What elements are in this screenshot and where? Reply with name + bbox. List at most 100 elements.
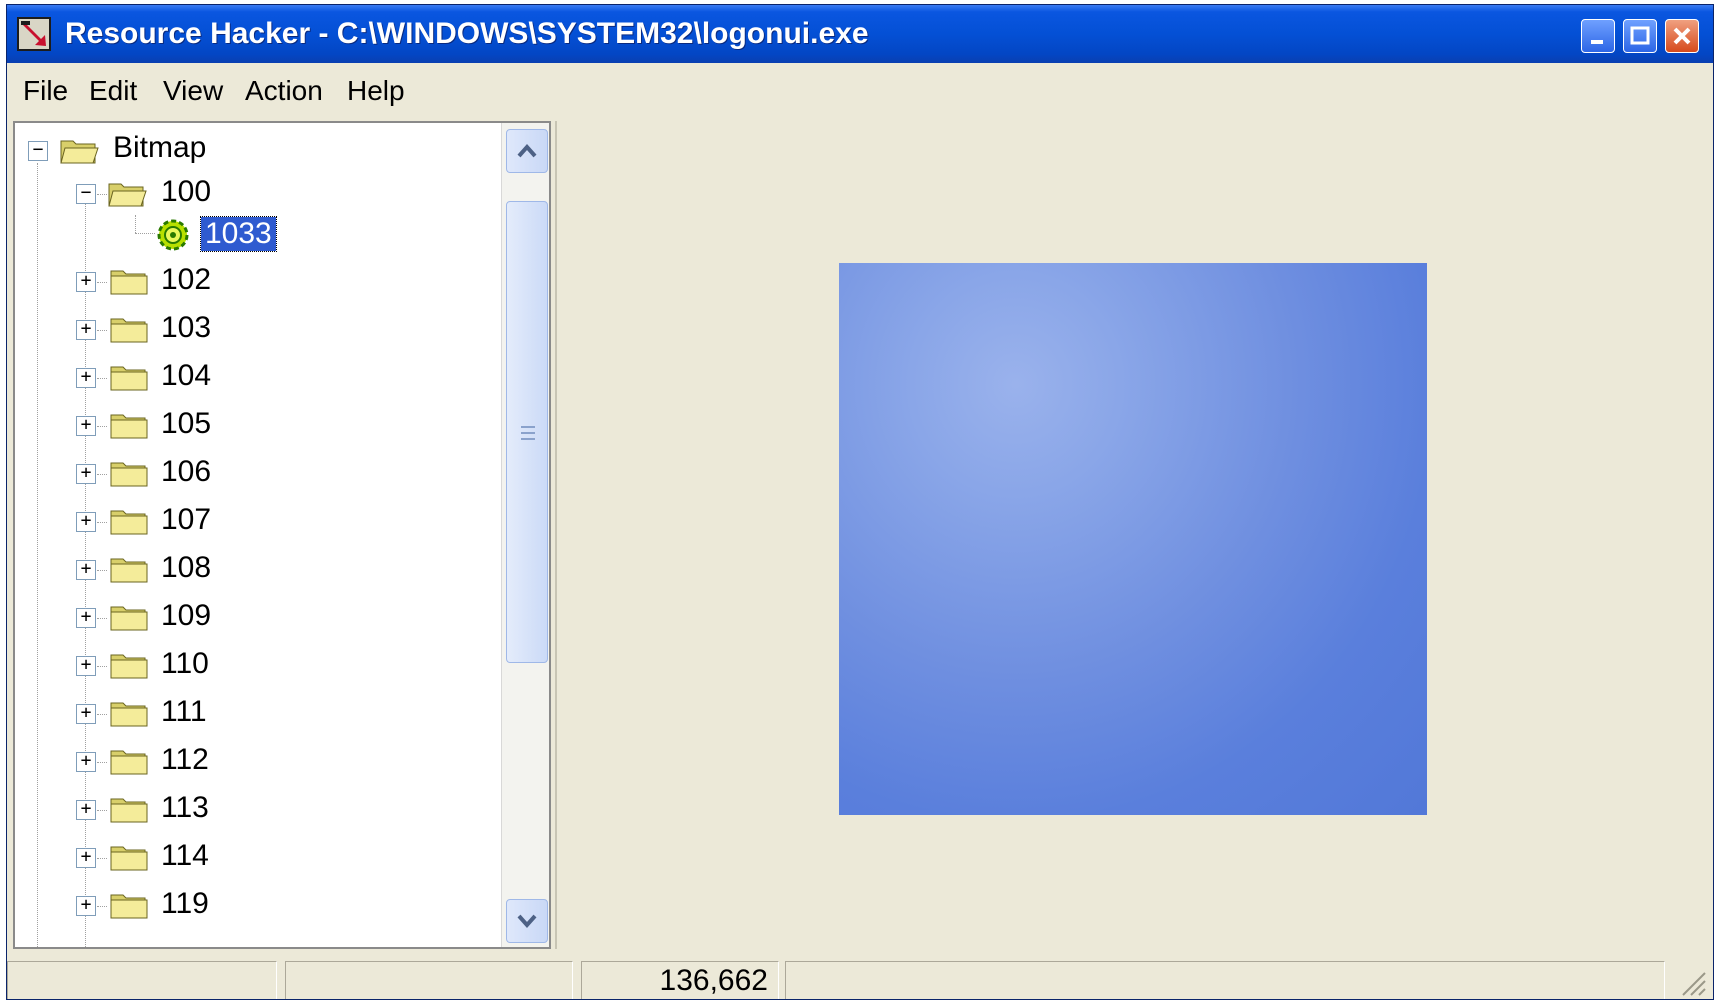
expand-icon[interactable]: + bbox=[76, 320, 96, 340]
folder-icon bbox=[110, 702, 148, 727]
expand-icon[interactable]: + bbox=[76, 752, 96, 772]
scroll-thumb[interactable] bbox=[506, 201, 548, 663]
expand-icon[interactable]: + bbox=[76, 704, 96, 724]
tree-connector bbox=[97, 762, 107, 763]
tree-item-folder[interactable]: 110 bbox=[161, 647, 209, 681]
tree-item-100[interactable]: 100 bbox=[161, 175, 211, 209]
folder-icon bbox=[110, 414, 148, 439]
tree-connector bbox=[37, 163, 38, 947]
folder-icon bbox=[110, 606, 148, 631]
status-cell bbox=[785, 961, 1665, 999]
chevron-down-icon bbox=[517, 914, 537, 929]
folder-icon bbox=[110, 270, 148, 295]
menu-file[interactable]: File bbox=[23, 75, 68, 107]
tree-item-folder[interactable]: 102 bbox=[161, 263, 211, 297]
tree-item-folder[interactable]: 107 bbox=[161, 503, 211, 537]
tree-item-folder[interactable]: 114 bbox=[161, 839, 209, 873]
tree-connector bbox=[97, 426, 107, 427]
tree-connector bbox=[135, 215, 136, 233]
folder-icon bbox=[110, 846, 148, 871]
bitmap-preview-image bbox=[839, 263, 1427, 815]
expand-icon[interactable]: + bbox=[76, 512, 96, 532]
scroll-down-button[interactable] bbox=[506, 899, 548, 943]
tree-item-folder[interactable]: 105 bbox=[161, 407, 211, 441]
folder-icon bbox=[110, 318, 148, 343]
window-title: Resource Hacker - C:\WINDOWS\SYSTEM32\lo… bbox=[65, 17, 869, 50]
tree-item-folder[interactable]: 111 bbox=[161, 695, 207, 729]
tree-item-folder[interactable]: 103 bbox=[161, 311, 211, 345]
collapse-icon[interactable]: − bbox=[28, 141, 48, 161]
folder-icon bbox=[110, 462, 148, 487]
tree-connector bbox=[97, 858, 107, 859]
folder-icon bbox=[110, 366, 148, 391]
folder-icon bbox=[110, 654, 148, 679]
expand-icon[interactable]: + bbox=[76, 464, 96, 484]
gear-icon bbox=[157, 219, 189, 251]
resize-grip-icon[interactable] bbox=[1679, 969, 1707, 997]
scroll-up-button[interactable] bbox=[506, 129, 548, 173]
folder-icon bbox=[110, 798, 148, 823]
tree-item-folder[interactable]: 104 bbox=[161, 359, 211, 393]
tree-item-folder[interactable]: 112 bbox=[161, 743, 209, 777]
expand-icon[interactable]: + bbox=[76, 368, 96, 388]
tree-connector bbox=[135, 233, 155, 234]
menu-edit[interactable]: Edit bbox=[89, 75, 137, 107]
status-cell-size: 136,662 bbox=[581, 961, 779, 999]
folder-icon bbox=[110, 510, 148, 535]
status-cell bbox=[7, 961, 277, 999]
expand-icon[interactable]: + bbox=[76, 848, 96, 868]
status-bar: 136,662 bbox=[7, 953, 1713, 999]
open-folder-icon bbox=[60, 140, 99, 164]
resource-hacker-app-icon bbox=[17, 17, 51, 51]
tree-item-folder[interactable]: 113 bbox=[161, 791, 209, 825]
close-icon bbox=[1673, 27, 1691, 45]
title-bar[interactable]: Resource Hacker - C:\WINDOWS\SYSTEM32\lo… bbox=[7, 5, 1713, 63]
tree-connector bbox=[97, 570, 107, 571]
tree-connector bbox=[97, 282, 107, 283]
menu-help[interactable]: Help bbox=[347, 75, 405, 107]
tree-connector bbox=[97, 194, 107, 195]
chevron-up-icon bbox=[517, 143, 537, 158]
minimize-icon bbox=[1591, 40, 1603, 44]
tree-connector bbox=[97, 522, 107, 523]
open-folder-icon bbox=[108, 183, 147, 207]
tree-connector bbox=[97, 474, 107, 475]
resource-tree[interactable]: − Bitmap − 100 1033 +102 +103 +104 +105 +106… bbox=[13, 121, 551, 949]
tree-connector bbox=[97, 378, 107, 379]
expand-icon[interactable]: + bbox=[76, 272, 96, 292]
collapse-icon[interactable]: − bbox=[76, 184, 96, 204]
folder-icon bbox=[110, 558, 148, 583]
tree-connector bbox=[97, 906, 107, 907]
maximize-button[interactable] bbox=[1623, 19, 1657, 53]
expand-icon[interactable]: + bbox=[76, 896, 96, 916]
tree-connector bbox=[97, 714, 107, 715]
expand-icon[interactable]: + bbox=[76, 608, 96, 628]
tree-item-bitmap[interactable]: Bitmap bbox=[113, 131, 206, 165]
tree-connector bbox=[97, 618, 107, 619]
expand-icon[interactable]: + bbox=[76, 560, 96, 580]
tree-connector bbox=[97, 330, 107, 331]
expand-icon[interactable]: + bbox=[76, 416, 96, 436]
maximize-icon bbox=[1630, 26, 1650, 45]
menu-view[interactable]: View bbox=[163, 75, 223, 107]
menu-bar: File Edit View Action Help bbox=[7, 63, 1713, 121]
tree-connector bbox=[97, 810, 107, 811]
menu-action[interactable]: Action bbox=[245, 75, 323, 107]
resource-hacker-window: Resource Hacker - C:\WINDOWS\SYSTEM32\lo… bbox=[6, 4, 1714, 1000]
grip-icon bbox=[521, 426, 535, 440]
status-cell bbox=[285, 961, 573, 999]
folder-icon bbox=[110, 750, 148, 775]
tree-scrollbar[interactable] bbox=[501, 123, 549, 947]
folder-icon bbox=[110, 894, 148, 919]
tree-item-folder[interactable]: 108 bbox=[161, 551, 211, 585]
minimize-button[interactable] bbox=[1581, 19, 1615, 53]
expand-icon[interactable]: + bbox=[76, 800, 96, 820]
tree-item-folder[interactable]: 119 bbox=[161, 887, 209, 921]
close-button[interactable] bbox=[1665, 19, 1699, 53]
status-size: 136,662 bbox=[659, 964, 768, 997]
tree-connector bbox=[97, 666, 107, 667]
tree-item-folder[interactable]: 109 bbox=[161, 599, 211, 633]
tree-item-1033-selected[interactable]: 1033 bbox=[200, 216, 277, 252]
expand-icon[interactable]: + bbox=[76, 656, 96, 676]
tree-item-folder[interactable]: 106 bbox=[161, 455, 211, 489]
